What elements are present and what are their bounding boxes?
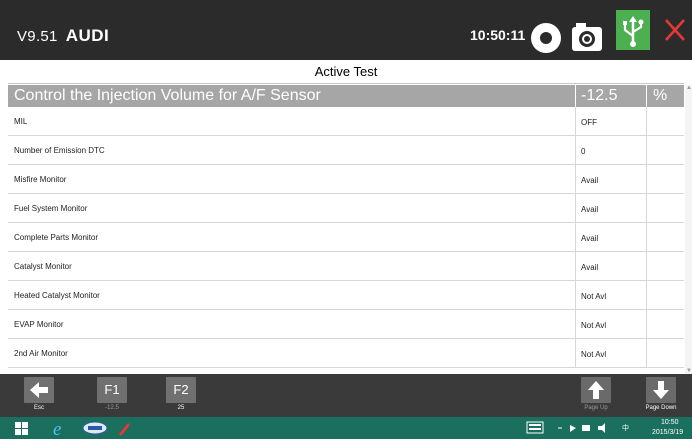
column-divider (646, 136, 647, 165)
column-divider (646, 194, 647, 223)
pinned-parameter-value: -12.5 (581, 87, 618, 104)
parameter-name: 2nd Air Monitor (14, 349, 68, 358)
parameter-value: Avail (581, 234, 599, 243)
esc-button[interactable] (24, 377, 54, 403)
list-item[interactable]: EVAP Monitor Not Avl (8, 310, 684, 339)
app-launcher-button[interactable] (82, 419, 108, 437)
close-button[interactable] (656, 10, 692, 50)
column-divider (646, 165, 647, 194)
page-down-button[interactable] (646, 377, 676, 403)
parameter-name: Catalyst Monitor (14, 262, 72, 271)
column-divider (575, 194, 576, 223)
windows-logo-icon (15, 422, 28, 435)
f2-button[interactable]: F2 (166, 377, 196, 403)
parameter-list[interactable]: MIL OFF Number of Emission DTC 0 Misfire M… (8, 107, 684, 374)
tray-icons[interactable] (556, 421, 616, 439)
page-up-button[interactable] (581, 377, 611, 403)
column-divider (646, 107, 647, 136)
title-bar: V9.51 AUDI 10:50:11 (0, 0, 692, 60)
column-divider (646, 252, 647, 281)
up-arrow-icon (588, 381, 604, 399)
input-method-indicator[interactable]: 中 (622, 423, 629, 433)
record-icon (540, 32, 552, 44)
page-up-label: Page Up (584, 405, 608, 411)
column-divider (575, 85, 576, 107)
keyboard-icon (526, 421, 544, 434)
parameter-name: EVAP Monitor (14, 320, 64, 329)
parameter-name: Complete Parts Monitor (14, 233, 99, 242)
column-divider (646, 85, 647, 107)
usb-icon (623, 16, 644, 47)
function-key-bar: Esc F1 -12.5 F2 25 Page Up Page Down (0, 374, 692, 417)
column-divider (646, 223, 647, 252)
parameter-name: Heated Catalyst Monitor (14, 291, 100, 300)
list-item[interactable]: Fuel System Monitor Avail (8, 194, 684, 223)
parameter-value: Avail (581, 205, 599, 214)
parameter-value: Not Avl (581, 321, 607, 330)
parameter-name: Misfire Monitor (14, 175, 67, 184)
list-scrollbar[interactable]: ▲ ▼ (685, 85, 692, 374)
pen-icon (119, 423, 130, 436)
scroll-up-arrow-icon[interactable]: ▲ (686, 85, 692, 91)
esc-label: Esc (33, 405, 44, 411)
column-divider (575, 310, 576, 339)
section-title: Active Test (8, 60, 684, 84)
column-divider (646, 281, 647, 310)
record-button[interactable] (531, 23, 561, 53)
svg-text:e: e (53, 419, 61, 437)
usb-button[interactable] (616, 10, 650, 50)
column-divider (575, 136, 576, 165)
windows-taskbar: e 中 10:50 2015/3/19 (0, 417, 692, 439)
system-tray-icons-icon (558, 423, 605, 433)
parameter-name: Number of Emission DTC (14, 146, 105, 155)
screenshot-button[interactable] (570, 20, 604, 54)
list-item[interactable]: 2nd Air Monitor Not Avl (8, 339, 684, 368)
taskbar-date: 2015/3/19 (652, 429, 684, 436)
camera-icon (572, 23, 602, 51)
parameter-value: 0 (581, 147, 586, 156)
app-badge-icon (82, 421, 108, 435)
internet-explorer-icon: e (53, 419, 61, 439)
column-divider (575, 339, 576, 368)
internet-explorer-button[interactable]: e (50, 419, 70, 439)
brand-label: AUDI (65, 26, 110, 45)
parameter-value: Avail (581, 263, 599, 272)
list-item[interactable]: Heated Catalyst Monitor Not Avl (8, 281, 684, 310)
list-item[interactable]: Complete Parts Monitor Avail (8, 223, 684, 252)
app-title: V9.51 AUDI (17, 26, 109, 46)
close-icon (665, 19, 685, 41)
list-item[interactable]: Catalyst Monitor Avail (8, 252, 684, 281)
column-divider (575, 107, 576, 136)
pinned-parameter-unit: % (653, 87, 668, 104)
parameter-value: Avail (581, 176, 599, 185)
parameter-value: OFF (581, 118, 597, 127)
parameter-name: MIL (14, 117, 28, 126)
pen-tool-button[interactable] (116, 419, 132, 437)
down-arrow-icon (653, 381, 669, 399)
page-down-label: Page Down (645, 405, 677, 411)
column-divider (646, 339, 647, 368)
start-button[interactable] (14, 419, 30, 437)
list-item[interactable]: Misfire Monitor Avail (8, 165, 684, 194)
parameter-value: Not Avl (581, 292, 607, 301)
clock: 10:50:11 (470, 27, 526, 43)
list-item[interactable]: MIL OFF (8, 107, 684, 136)
f2-value-label: 25 (177, 405, 185, 411)
list-item[interactable]: Number of Emission DTC 0 (8, 136, 684, 165)
f1-button[interactable]: F1 (97, 377, 127, 403)
version-label: V9.51 (17, 28, 58, 45)
f1-value-label: -12.5 (105, 405, 119, 411)
back-arrow-icon (30, 382, 48, 398)
parameter-value: Not Avl (581, 350, 607, 359)
column-divider (575, 252, 576, 281)
column-divider (575, 165, 576, 194)
column-divider (646, 310, 647, 339)
pinned-parameter-name: Control the Injection Volume for A/F Sen… (14, 87, 321, 104)
taskbar-time: 10:50 (661, 419, 679, 426)
column-divider (575, 281, 576, 310)
keyboard-button[interactable] (526, 421, 544, 439)
pinned-parameter-row[interactable]: Control the Injection Volume for A/F Sen… (8, 85, 684, 107)
parameter-name: Fuel System Monitor (14, 204, 88, 213)
column-divider (575, 223, 576, 252)
